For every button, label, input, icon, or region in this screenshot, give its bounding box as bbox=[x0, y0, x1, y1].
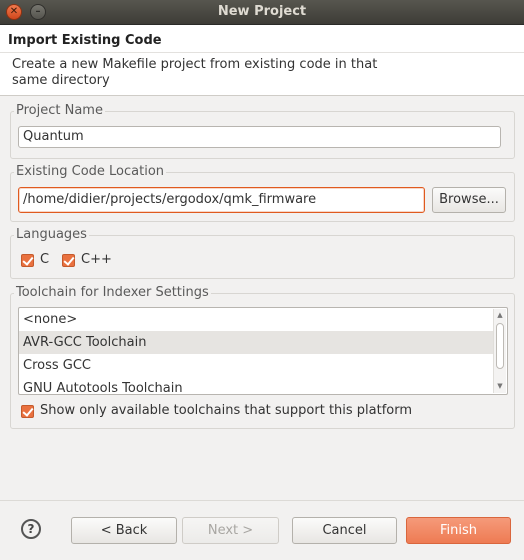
toolchain-list[interactable]: <none> AVR-GCC Toolchain Cross GCC GNU A… bbox=[18, 307, 508, 395]
wizard-header: Import Existing Code Create a new Makefi… bbox=[0, 25, 524, 96]
toolchain-scrollbar[interactable]: ▲ ▼ bbox=[493, 309, 506, 393]
help-icon[interactable]: ? bbox=[21, 519, 41, 539]
window-title: New Project bbox=[217, 4, 307, 19]
toolchain-item-avr-gcc[interactable]: AVR-GCC Toolchain bbox=[19, 331, 493, 354]
browse-button[interactable]: Browse... bbox=[432, 187, 506, 213]
language-cpp-label: C++ bbox=[81, 252, 112, 267]
footer-divider bbox=[0, 500, 524, 501]
next-button[interactable]: Next > bbox=[182, 517, 279, 544]
scroll-up-icon[interactable]: ▲ bbox=[495, 310, 505, 320]
page-title: Import Existing Code bbox=[8, 33, 162, 48]
header-divider bbox=[0, 52, 524, 53]
language-c-checkbox[interactable] bbox=[21, 254, 34, 267]
page-description: Create a new Makefile project from exist… bbox=[12, 57, 378, 88]
language-cpp-checkbox[interactable] bbox=[62, 254, 75, 267]
toolchain-item-none[interactable]: <none> bbox=[19, 308, 493, 331]
scroll-thumb[interactable] bbox=[496, 323, 504, 369]
code-location-input[interactable]: /home/didier/projects/ergodox/qmk_firmwa… bbox=[18, 187, 425, 213]
finish-button[interactable]: Finish bbox=[406, 517, 511, 544]
scroll-down-icon[interactable]: ▼ bbox=[495, 381, 505, 391]
code-location-label: Existing Code Location bbox=[14, 164, 167, 179]
language-c-label: C bbox=[40, 252, 50, 267]
toolchain-item-gnu-autotools[interactable]: GNU Autotools Toolchain bbox=[19, 377, 493, 394]
project-name-input[interactable]: Quantum bbox=[18, 126, 501, 148]
toolchain-item-cross-gcc[interactable]: Cross GCC bbox=[19, 354, 493, 377]
filter-toolchains-checkbox[interactable] bbox=[21, 405, 34, 418]
languages-label: Languages bbox=[14, 227, 89, 242]
project-name-label: Project Name bbox=[14, 103, 105, 118]
title-bar: ✕ – New Project bbox=[0, 0, 524, 25]
toolchain-label: Toolchain for Indexer Settings bbox=[14, 285, 211, 300]
cancel-button[interactable]: Cancel bbox=[292, 517, 397, 544]
filter-toolchains-label: Show only available toolchains that supp… bbox=[40, 403, 413, 418]
back-button[interactable]: < Back bbox=[71, 517, 177, 544]
